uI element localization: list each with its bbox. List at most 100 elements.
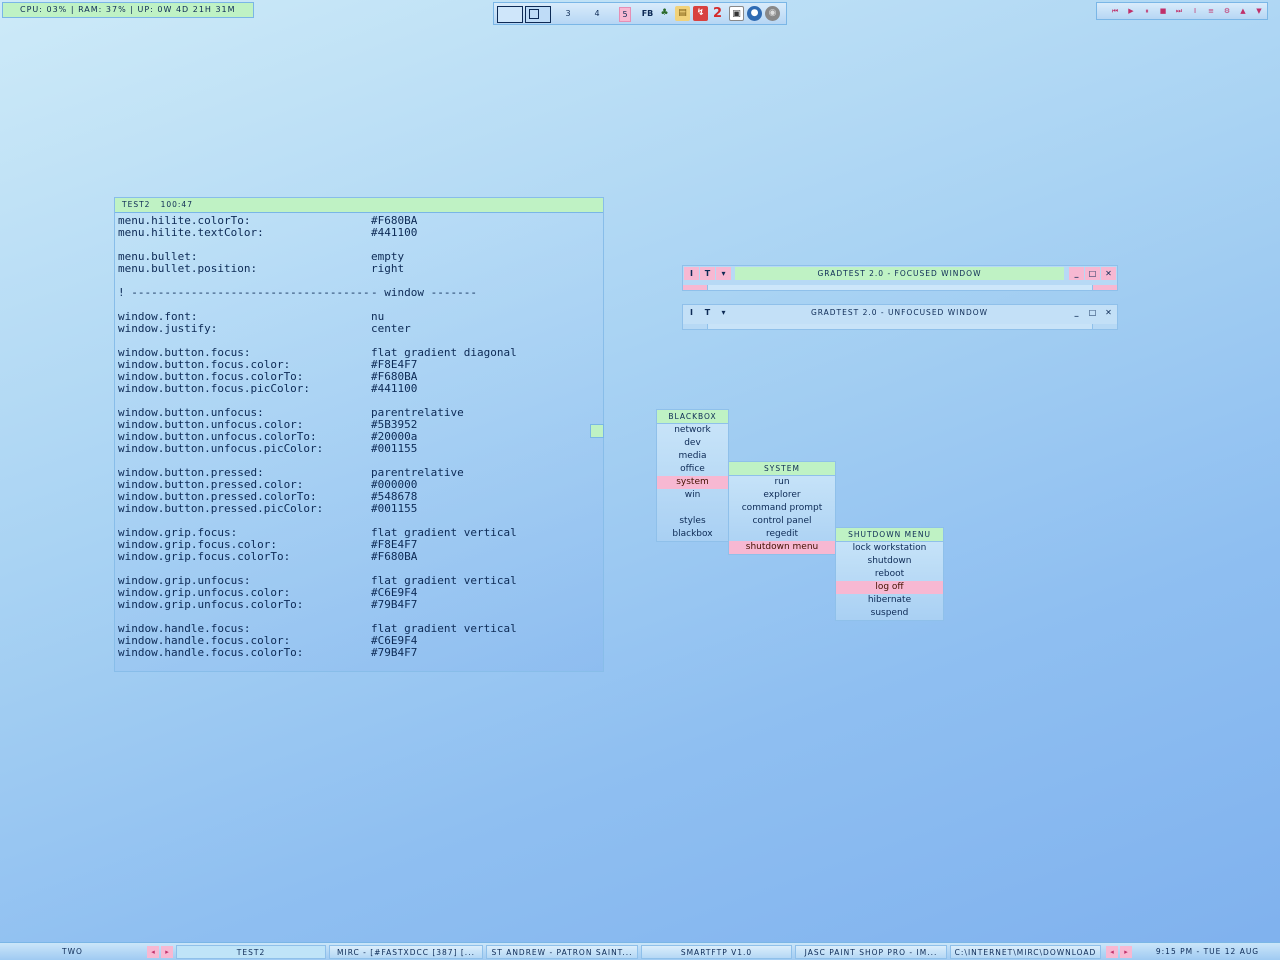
iconify-icon[interactable]: I xyxy=(684,306,699,319)
menu-item-network[interactable]: network xyxy=(657,424,728,437)
right-grip[interactable] xyxy=(1093,285,1117,290)
terminal-line: window.button.unfocus.picColor: #001155 xyxy=(118,443,603,455)
clock: 9:15 PM - TUE 12 AUG xyxy=(1155,947,1260,956)
config-value: #441100 xyxy=(371,382,418,395)
left-grip[interactable] xyxy=(683,324,707,329)
task-mirc[interactable]: MIRC - [#FASTXDCC [387] [... xyxy=(329,945,483,959)
desktop-pager: 3 4 5 FB ♣ ▤ ↯ 2 ▣ ● ◉ xyxy=(493,2,787,25)
terminal-line: window.button.focus.colorTo: #F680BA xyxy=(118,371,603,383)
iconify-icon[interactable]: I xyxy=(684,267,699,280)
globe-icon[interactable]: ● xyxy=(747,6,762,21)
terminal-line: window.grip.unfocus.color: #C6E9F4 xyxy=(118,587,603,599)
menu-item-office[interactable]: office xyxy=(657,463,728,476)
task-st-andrew[interactable]: ST ANDREW - PATRON SAINT... xyxy=(486,945,638,959)
desktop-5[interactable]: 5 xyxy=(619,7,631,22)
task-smartftp[interactable]: SMARTFTP V1.0 xyxy=(641,945,792,959)
menu-chevron-icon[interactable]: ▾ xyxy=(716,306,731,319)
close-icon[interactable]: ✕ xyxy=(1101,306,1116,319)
next-track-icon[interactable]: ⏭ xyxy=(1171,4,1187,18)
menu-item-system[interactable]: system xyxy=(657,476,728,489)
menu-item-explorer[interactable]: explorer xyxy=(729,489,835,502)
menu-item-reboot[interactable]: reboot xyxy=(836,568,943,581)
config-key xyxy=(118,299,371,311)
settings-icon[interactable]: ⚙ xyxy=(1219,4,1235,18)
close-icon[interactable]: ✕ xyxy=(1101,267,1116,280)
menu-item-shutdown-menu[interactable]: shutdown menu xyxy=(729,541,835,554)
menu-item-dev[interactable]: dev xyxy=(657,437,728,450)
scrollbar-thumb[interactable] xyxy=(590,424,604,438)
menu-item-regedit[interactable]: regedit xyxy=(729,528,835,541)
menu-item-suspend[interactable]: suspend xyxy=(836,607,943,620)
task-test2[interactable]: TEST2 xyxy=(176,945,326,959)
volume-up-icon[interactable]: ▲ xyxy=(1235,4,1251,18)
desktop-2-thumbnail[interactable] xyxy=(525,6,551,23)
terminal-line: ! --------------------------------------… xyxy=(118,287,603,299)
task-next-icon[interactable]: ▸ xyxy=(1120,946,1132,958)
menu-item-hibernate[interactable]: hibernate xyxy=(836,594,943,607)
app-icon[interactable]: ↯ xyxy=(693,6,708,21)
workspace-next-icon[interactable]: ▸ xyxy=(161,946,173,958)
titlebar[interactable]: I T ▾ GRADTEST 2.0 - FOCUSED WINDOW _ □ … xyxy=(683,266,1117,281)
titlebar[interactable]: I T ▾ GRADTEST 2.0 - UNFOCUSED WINDOW _ … xyxy=(683,305,1117,320)
terminal-line xyxy=(118,455,603,467)
playlist-icon[interactable]: ≡ xyxy=(1203,4,1219,18)
menu-item-lock-workstation[interactable]: lock workstation xyxy=(836,542,943,555)
desktop-4[interactable]: 4 xyxy=(591,7,603,20)
volume-down-icon[interactable]: ▼ xyxy=(1251,4,1267,18)
stick-icon[interactable]: T xyxy=(700,306,715,319)
play-icon[interactable]: ▶ xyxy=(1123,4,1139,18)
config-value: right xyxy=(371,262,405,275)
config-key: ! --------------------------------------… xyxy=(118,287,371,299)
focused-window[interactable]: I T ▾ GRADTEST 2.0 - FOCUSED WINDOW _ □ … xyxy=(682,265,1118,291)
terminal-line: window.grip.focus.color: #F8E4F7 xyxy=(118,539,603,551)
left-grip[interactable] xyxy=(683,285,707,290)
desktop-3[interactable]: 3 xyxy=(562,7,574,20)
unfocused-window[interactable]: I T ▾ GRADTEST 2.0 - UNFOCUSED WINDOW _ … xyxy=(682,304,1118,330)
two-icon[interactable]: 2 xyxy=(710,6,725,21)
player-icon[interactable]: I xyxy=(1187,4,1203,18)
window-handle[interactable] xyxy=(707,285,1093,290)
prev-track-icon[interactable]: ⏮ xyxy=(1107,4,1123,18)
workspace-label[interactable]: TWO xyxy=(10,945,135,959)
terminal-title[interactable]: TEST2 100:47 xyxy=(115,198,603,213)
menu-item-command-prompt[interactable]: command prompt xyxy=(729,502,835,515)
desktop-1-thumbnail[interactable] xyxy=(497,6,523,23)
terminal-body[interactable]: menu.hilite.colorTo: #F680BA menu.hilite.t… xyxy=(115,213,603,659)
config-key: window.handle.focus: xyxy=(118,623,251,635)
menu-item-control-panel[interactable]: control panel xyxy=(729,515,835,528)
system-stats-bar: CPU: 03% | RAM: 37% | UP: 0W 4D 21H 31M xyxy=(2,2,254,18)
menu-item-styles[interactable]: styles xyxy=(657,515,728,528)
stick-icon[interactable]: T xyxy=(700,267,715,280)
task-paint-shop-pro[interactable]: JASC PAINT SHOP PRO - IM... xyxy=(795,945,947,959)
stop-icon[interactable]: ■ xyxy=(1155,4,1171,18)
window-handle[interactable] xyxy=(707,324,1093,329)
floppy-icon[interactable]: ▣ xyxy=(729,6,744,21)
menu-item-shutdown[interactable]: shutdown xyxy=(836,555,943,568)
task-prev-icon[interactable]: ◂ xyxy=(1106,946,1118,958)
task-explorer-download[interactable]: C:\INTERNET\MIRC\DOWNLOAD xyxy=(950,945,1101,959)
folder-icon[interactable]: ▤ xyxy=(675,6,690,21)
fb-icon[interactable]: FB xyxy=(640,6,655,21)
menu-item-win[interactable]: win xyxy=(657,489,728,502)
menu-chevron-icon[interactable]: ▾ xyxy=(716,267,731,280)
menu-item-run[interactable]: run xyxy=(729,476,835,489)
right-grip[interactable] xyxy=(1093,324,1117,329)
terminal-line xyxy=(118,515,603,527)
terminal-line xyxy=(118,563,603,575)
maximize-icon[interactable]: □ xyxy=(1085,267,1100,280)
menu-item-blackbox[interactable]: blackbox xyxy=(657,528,728,541)
config-key: window.button.pressed: xyxy=(118,467,264,479)
terminal-line: window.font: nu xyxy=(118,311,603,323)
minimize-icon[interactable]: _ xyxy=(1069,267,1084,280)
maximize-icon[interactable]: □ xyxy=(1085,306,1100,319)
menu-item-media[interactable]: media xyxy=(657,450,728,463)
config-key: window.button.focus.picColor: xyxy=(118,383,311,395)
network-icon[interactable]: ♣ xyxy=(657,6,672,21)
minimize-icon[interactable]: _ xyxy=(1069,306,1084,319)
disc-icon[interactable]: ◉ xyxy=(765,6,780,21)
workspace-prev-icon[interactable]: ◂ xyxy=(147,946,159,958)
menu-item-log-off[interactable]: log off xyxy=(836,581,943,594)
terminal-window[interactable]: TEST2 100:47 menu.hilite.colorTo: #F680BA… xyxy=(114,197,604,672)
pause-icon[interactable]: ⏸ xyxy=(1139,4,1155,18)
terminal-line: window.grip.focus.colorTo: #F680BA xyxy=(118,551,603,563)
